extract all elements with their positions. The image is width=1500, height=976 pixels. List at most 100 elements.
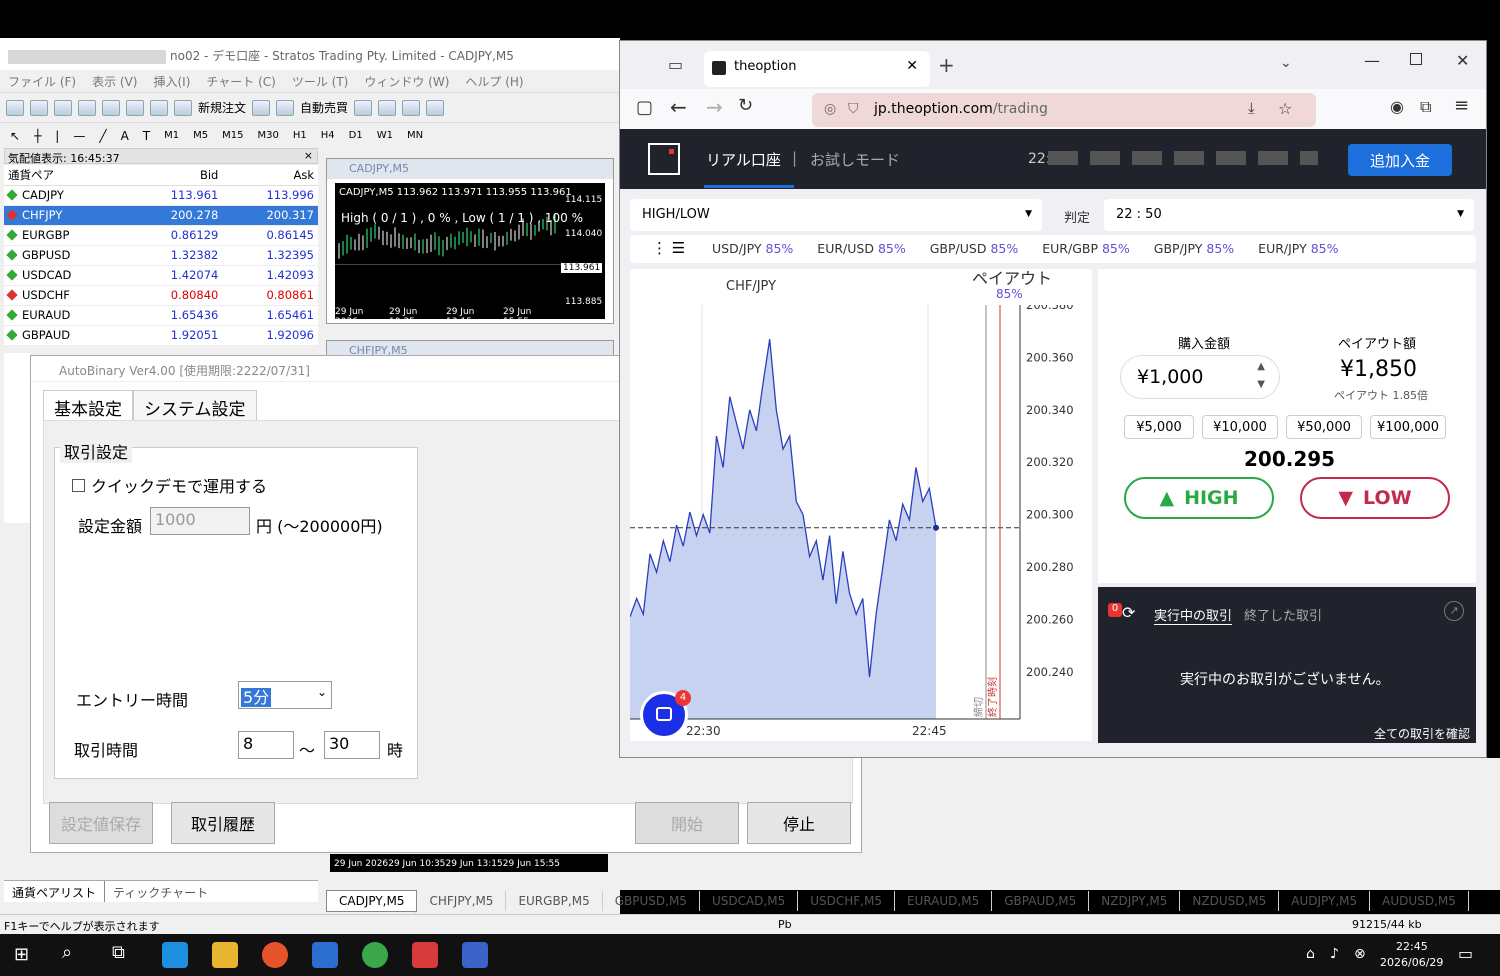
pair-item[interactable]: GBP/USD 85%	[930, 241, 1019, 256]
pair-item[interactable]: EUR/GBP 85%	[1042, 241, 1130, 256]
search-icon[interactable]: ⌕	[62, 942, 72, 963]
star-icon[interactable]: ☆	[1278, 99, 1292, 118]
refresh-icon[interactable]: ⟳	[1122, 603, 1135, 622]
stop-button[interactable]: 停止	[747, 802, 851, 844]
back-icon[interactable]: ←	[670, 95, 687, 119]
auto-trade-button[interactable]: 自動売買	[300, 99, 348, 116]
network-icon[interactable]: ⌂	[1306, 946, 1315, 962]
menu-item[interactable]: チャート (C)	[206, 73, 275, 89]
chart-tab[interactable]: GBPAUD,M5	[992, 891, 1090, 911]
trade-time-to[interactable]: 30	[324, 731, 380, 759]
zoom-in-icon[interactable]	[426, 99, 445, 116]
task-view-icon[interactable]: ⧉	[112, 942, 125, 963]
chart-tab[interactable]: AUDUSD,M5	[1370, 891, 1469, 911]
timeframe-h1[interactable]: H1	[293, 130, 307, 141]
shield-icon[interactable]: ⛉	[848, 101, 859, 117]
new-tab-icon[interactable]: +	[938, 53, 955, 77]
url-bar[interactable]: ◎ ⛉ jp.theoption.com/trading ☆ ⤓	[812, 93, 1316, 127]
trendline-icon[interactable]: ╱	[99, 129, 106, 143]
table-row[interactable]: EURAUD 1.65436 1.65461	[4, 305, 318, 326]
high-button[interactable]: ▲ HIGH	[1124, 477, 1274, 519]
table-row[interactable]: GBPUSD 1.32382 1.32395	[4, 245, 318, 266]
symbol-cell[interactable]: EURAUD	[4, 305, 127, 326]
volume-icon[interactable]: ♪	[1330, 946, 1339, 962]
save-settings-button[interactable]: 設定値保存	[49, 802, 153, 844]
chat-button[interactable]: 4	[640, 690, 691, 739]
chrome-icon[interactable]	[362, 942, 388, 968]
chart-tab[interactable]: CHFJPY,M5	[417, 891, 507, 911]
symbol-cell[interactable]: GBPUSD	[4, 245, 127, 266]
account-icon[interactable]: ◉	[1390, 97, 1404, 116]
menu-item[interactable]: ツール (T)	[292, 73, 349, 89]
pair-item[interactable]: GBP/JPY 85%	[1154, 241, 1234, 256]
text-icon[interactable]: A	[121, 129, 129, 143]
chart-tab[interactable]: EURAUD,M5	[895, 891, 993, 911]
vline-icon[interactable]: |	[55, 129, 59, 143]
tab-system-settings[interactable]: システム設定	[133, 390, 257, 424]
trade-time-from[interactable]: 8	[238, 731, 294, 759]
forward-icon[interactable]: →	[706, 95, 723, 119]
data-window-icon[interactable]	[78, 99, 96, 116]
running-trades-tab[interactable]: 実行中の取引	[1154, 605, 1233, 625]
buy-amount-input[interactable]: ¥1,000 ▲ ▼	[1120, 355, 1280, 399]
chart-window-cadjpy[interactable]: CADJPY,M5 CADJPY,M5 113.962 113.971 113.…	[326, 158, 614, 324]
menu-item[interactable]: ヘルプ (H)	[465, 73, 523, 89]
maximize-icon[interactable]	[1410, 53, 1422, 65]
profiles-icon[interactable]	[30, 99, 48, 116]
menu-item[interactable]: 表示 (V)	[92, 73, 137, 89]
table-row[interactable]: CHFJPY 200.278 200.317	[4, 205, 318, 226]
trade-type-select[interactable]: HIGH/LOW ▼	[630, 199, 1042, 231]
timeframe-m15[interactable]: M15	[222, 130, 243, 141]
timeframe-m1[interactable]: M1	[164, 130, 179, 141]
symbol-cell[interactable]: CADJPY	[4, 185, 127, 206]
navigator-icon[interactable]	[102, 99, 120, 116]
more-icon[interactable]: ⋮ ☰	[652, 239, 685, 257]
new-order-button[interactable]: 新規注文	[198, 99, 246, 116]
edge-icon[interactable]	[162, 942, 188, 968]
timeframe-d1[interactable]: D1	[349, 130, 363, 141]
minimize-icon[interactable]: —	[1364, 51, 1380, 70]
download-icon[interactable]: ⤓	[1248, 99, 1255, 117]
terminal-icon[interactable]	[126, 99, 144, 116]
new-chart-icon[interactable]	[6, 99, 24, 116]
pair-item[interactable]: EUR/JPY 85%	[1258, 241, 1338, 256]
entry-time-select[interactable]: 5分 ⌄	[238, 681, 332, 709]
chart-tab[interactable]: CADJPY,M5	[326, 890, 418, 912]
quick-amount-button[interactable]: ¥10,000	[1202, 415, 1278, 439]
chart-tab[interactable]: EURGBP,M5	[506, 891, 603, 911]
ime-icon[interactable]: ⊗	[1354, 946, 1366, 962]
quick-demo-checkbox[interactable]	[72, 478, 85, 492]
col-symbol[interactable]: 通貨ペア	[4, 165, 127, 186]
timeframe-w1[interactable]: W1	[377, 130, 393, 141]
tab-symbol-list[interactable]: 通貨ペアリスト	[4, 881, 106, 902]
tab-list-icon[interactable]: ▭	[668, 55, 683, 74]
pair-item[interactable]: USD/JPY 85%	[712, 241, 793, 256]
quick-amount-button[interactable]: ¥5,000	[1124, 415, 1194, 439]
col-ask[interactable]: Ask	[222, 165, 318, 186]
close-window-icon[interactable]: ✕	[1456, 51, 1469, 70]
metaeditor-icon[interactable]	[252, 99, 271, 116]
chfjpy-chart-svg[interactable]: 締切 終了時刻 200.380 200.360 200.340 200.320 200.30…	[630, 305, 1092, 741]
chart-tab[interactable]: USDCHF,M5	[798, 891, 895, 911]
chart-tab[interactable]: GBPUSD,M5	[603, 891, 700, 911]
menu-item[interactable]: ウィンドウ (W)	[364, 73, 449, 89]
notification-icon[interactable]: ▭	[1458, 944, 1473, 963]
market-watch-icon[interactable]	[54, 99, 72, 116]
close-tab-icon[interactable]: ✕	[906, 58, 918, 74]
label-icon[interactable]: T	[143, 129, 150, 143]
table-row[interactable]: USDCHF 0.80840 0.80861	[4, 285, 318, 306]
deposit-button[interactable]: 追加入金	[1348, 144, 1452, 176]
table-row[interactable]: GBPAUD 1.92051 1.92096	[4, 325, 318, 346]
tab-basic-settings[interactable]: 基本設定	[43, 390, 133, 424]
symbol-cell[interactable]: GBPAUD	[4, 325, 127, 346]
quick-amount-button[interactable]: ¥50,000	[1286, 415, 1362, 439]
firefox-icon[interactable]	[262, 942, 288, 968]
see-all-trades-link[interactable]: 全ての取引を確認	[1374, 725, 1470, 742]
stepper-icon[interactable]: ▲ ▼	[1257, 358, 1265, 394]
timeframe-mn[interactable]: MN	[407, 130, 423, 141]
chart-tab[interactable]: AUDJPY,M5	[1279, 891, 1371, 911]
reload-icon[interactable]: ↻	[738, 95, 753, 116]
timeframe-h4[interactable]: H4	[321, 130, 335, 141]
app-z-icon[interactable]	[312, 942, 338, 968]
table-row[interactable]: CADJPY 113.961 113.996	[4, 185, 318, 206]
